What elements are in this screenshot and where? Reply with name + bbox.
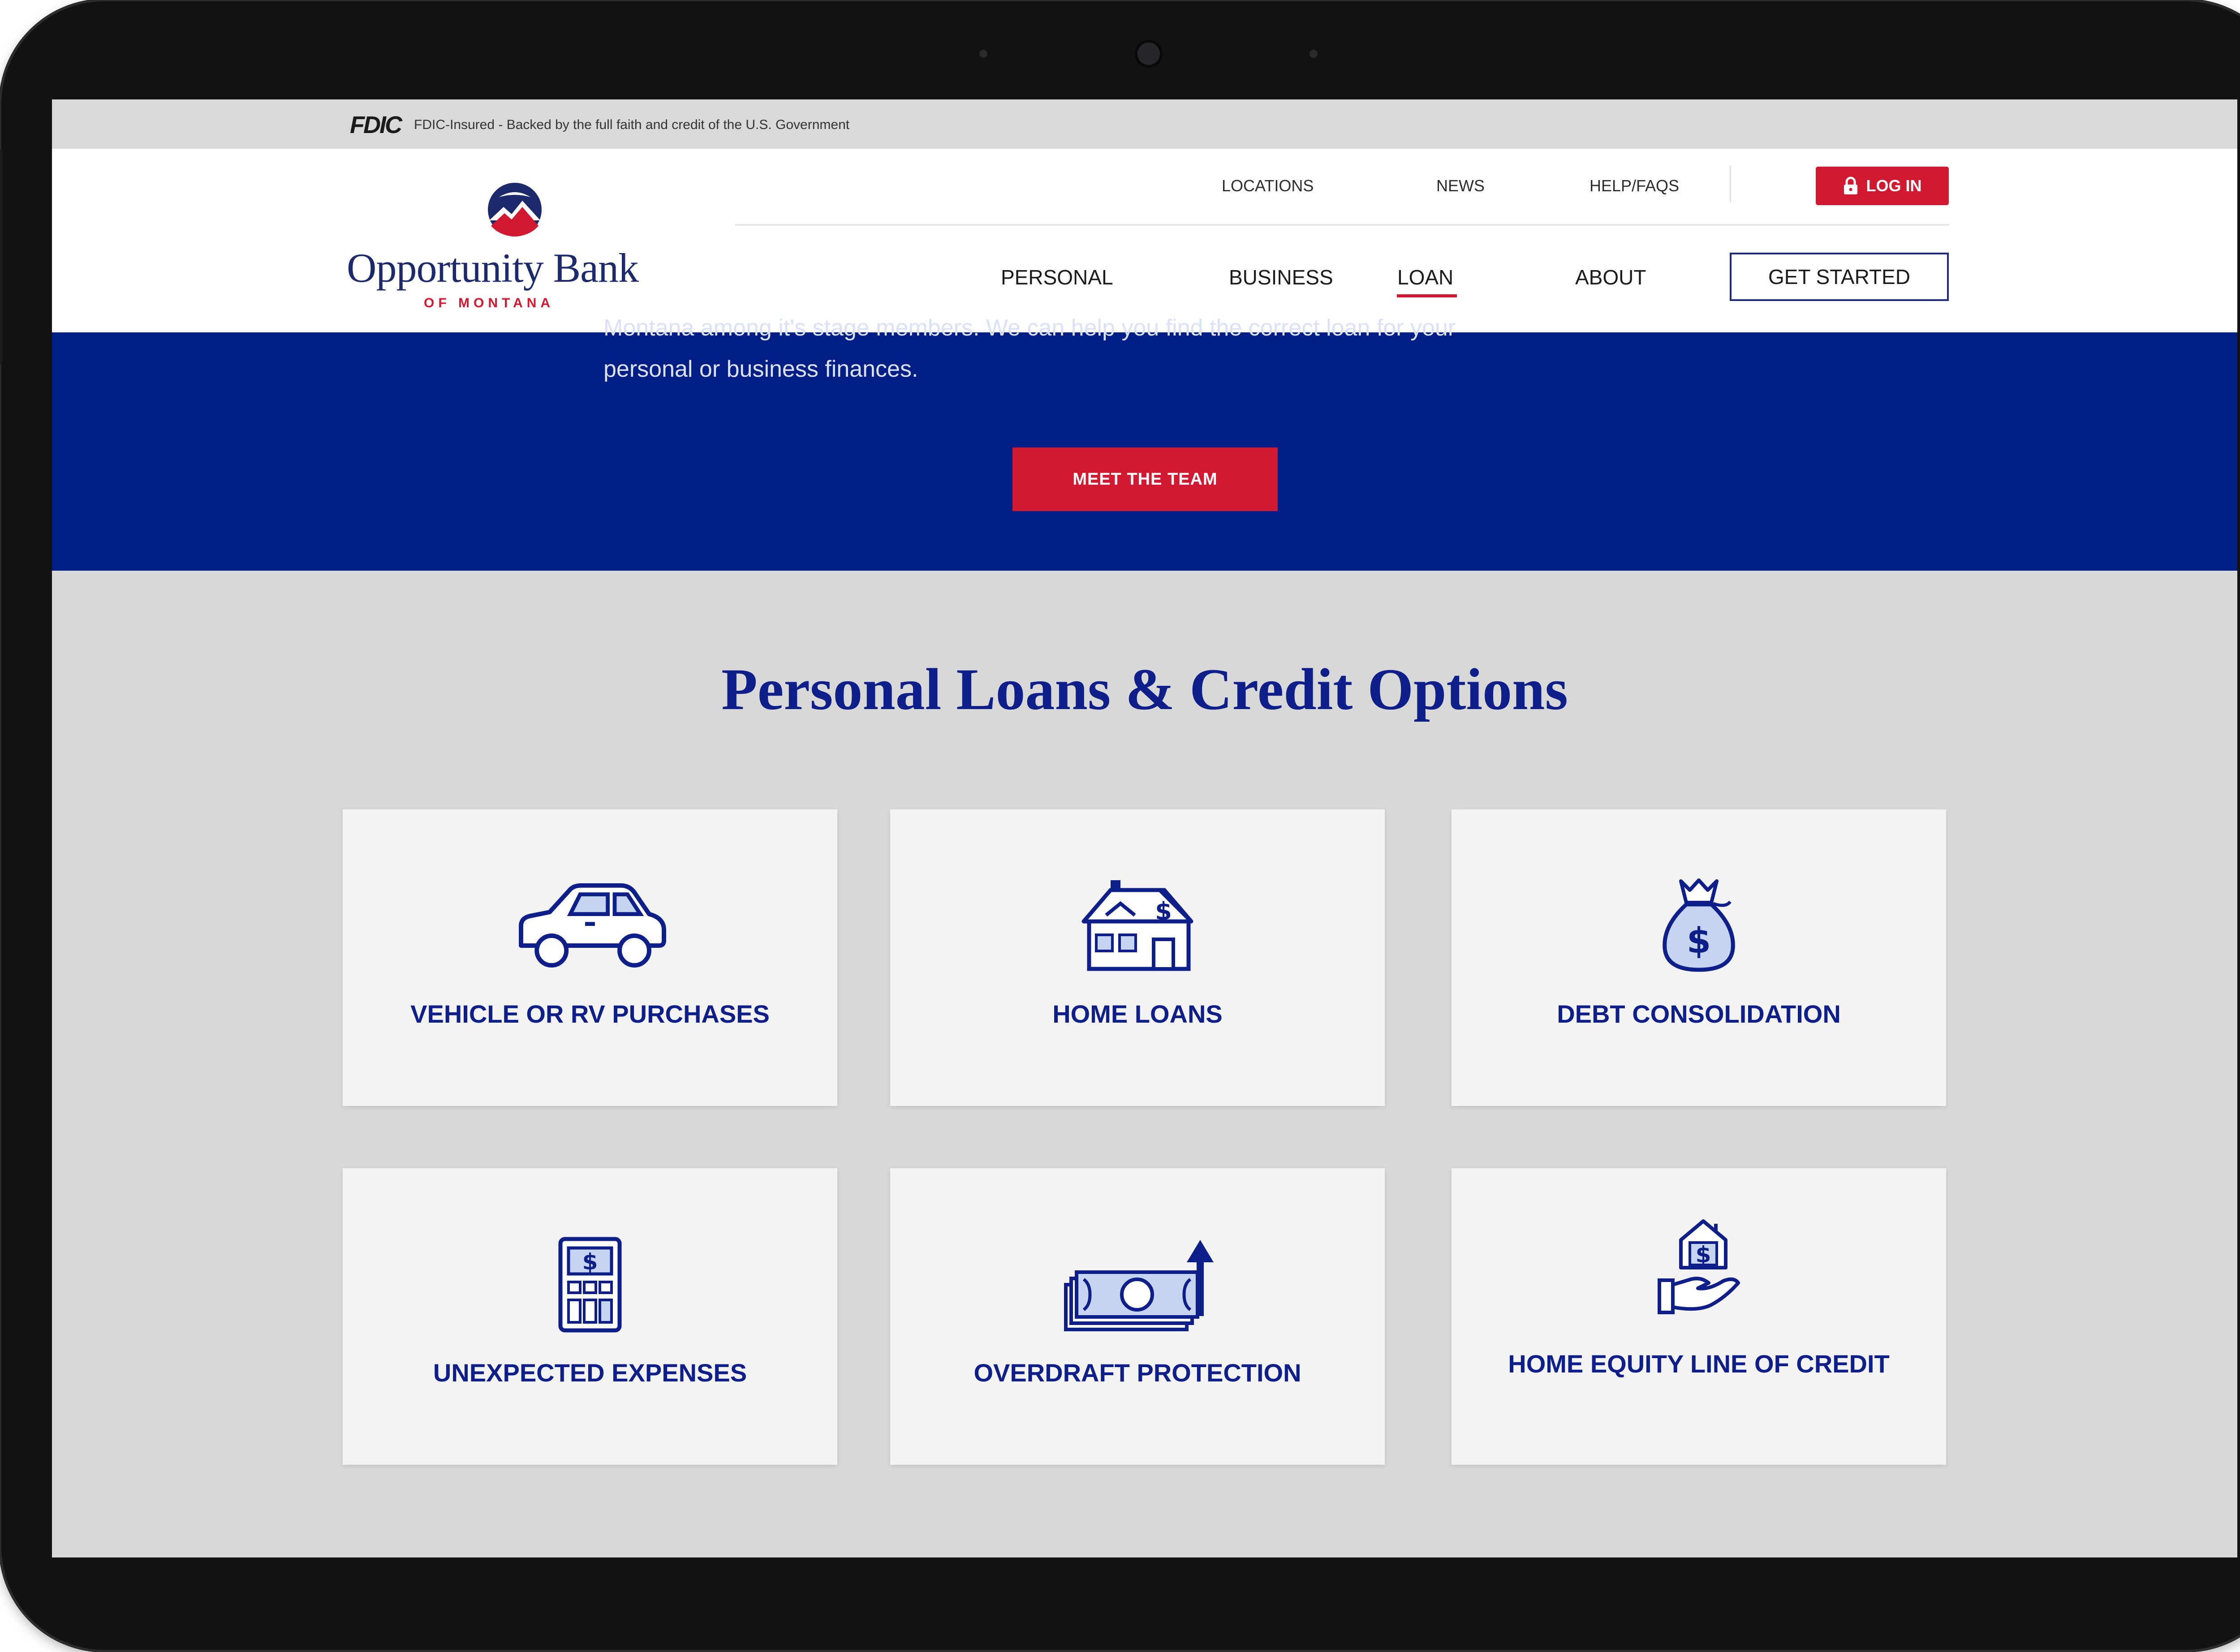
fdic-logo: FDIC: [350, 112, 402, 138]
nav-news[interactable]: NEWS: [1436, 176, 1485, 195]
card-home-equity-line-of-credit[interactable]: $ HOME EQUITY LINE OF CREDIT: [1452, 1168, 1946, 1465]
hero-text-line: Montana among it's stage members. We can…: [603, 315, 1456, 341]
svg-text:$: $: [582, 1249, 598, 1275]
fdic-notice: FDIC-Insured - Backed by the full faith …: [414, 117, 850, 132]
card-label: UNEXPECTED EXPENSES: [433, 1359, 747, 1387]
mountain-logo-icon: [488, 183, 542, 237]
card-vehicle-rv[interactable]: VEHICLE OR RV PURCHASES: [343, 809, 837, 1106]
svg-text:$: $: [1696, 1242, 1711, 1268]
login-label: LOG IN: [1866, 176, 1922, 195]
card-label: DEBT CONSOLIDATION: [1557, 1000, 1841, 1028]
side-button: [0, 149, 2, 364]
house-dollar-icon: $: [1081, 880, 1193, 971]
card-label: HOME LOANS: [1052, 1000, 1223, 1028]
car-icon: [519, 883, 666, 968]
card-home-loans[interactable]: $ HOME LOANS: [890, 809, 1385, 1106]
lock-icon: [1844, 176, 1857, 194]
svg-text:$: $: [1155, 897, 1172, 925]
card-label: HOME EQUITY LINE OF CREDIT: [1508, 1350, 1890, 1378]
money-bag-icon: $: [1663, 878, 1735, 972]
browser-viewport: FDIC FDIC-Insured - Backed by the full f…: [52, 99, 2237, 1557]
fdic-bar: FDIC FDIC-Insured - Backed by the full f…: [52, 99, 2237, 149]
hero-text-line: personal or business finances.: [603, 356, 918, 382]
nav-locations[interactable]: LOCATIONS: [1222, 176, 1314, 195]
calculator-icon: $: [558, 1237, 622, 1333]
sensor: [979, 50, 987, 58]
meet-the-team-button[interactable]: MEET THE TEAM: [1012, 447, 1278, 511]
card-unexpected-expenses[interactable]: $ UNEXPECTED EXPENSES: [343, 1168, 837, 1465]
divider: [1730, 166, 1731, 202]
nav-about[interactable]: ABOUT: [1575, 265, 1646, 289]
sensor: [1310, 50, 1318, 58]
nav-personal[interactable]: PERSONAL: [1001, 265, 1113, 289]
section-title: Personal Loans & Credit Options: [721, 656, 1568, 722]
card-label: VEHICLE OR RV PURCHASES: [410, 1000, 770, 1028]
card-debt-consolidation[interactable]: $ DEBT CONSOLIDATION: [1452, 809, 1946, 1106]
site-header: Opportunity Bank OF MONTANA LOCATIONS NE…: [52, 149, 2237, 332]
logo-wordmark: Opportunity Bank: [347, 245, 639, 291]
nav-loan[interactable]: LOAN: [1397, 265, 1453, 289]
card-overdraft-protection[interactable]: OVERDRAFT PROTECTION: [890, 1168, 1385, 1465]
nav-help-faqs[interactable]: HELP/FAQS: [1590, 176, 1679, 195]
get-started-button[interactable]: GET STARTED: [1730, 253, 1949, 301]
hero-banner: Montana among it's stage members. We can…: [52, 315, 2237, 571]
svg-text:$: $: [1687, 921, 1711, 961]
cash-arrow-up-icon: [1064, 1240, 1214, 1331]
card-label: OVERDRAFT PROTECTION: [974, 1359, 1301, 1387]
camera: [1135, 40, 1163, 68]
nav-rule: [735, 224, 1949, 226]
bank-logo[interactable]: Opportunity Bank OF MONTANA: [347, 179, 647, 310]
login-button[interactable]: LOG IN: [1816, 167, 1949, 205]
hand-house-icon: $: [1658, 1219, 1740, 1314]
logo-subtitle: OF MONTANA: [424, 296, 555, 310]
nav-business[interactable]: BUSINESS: [1229, 265, 1333, 289]
active-nav-indicator: [1397, 294, 1457, 297]
